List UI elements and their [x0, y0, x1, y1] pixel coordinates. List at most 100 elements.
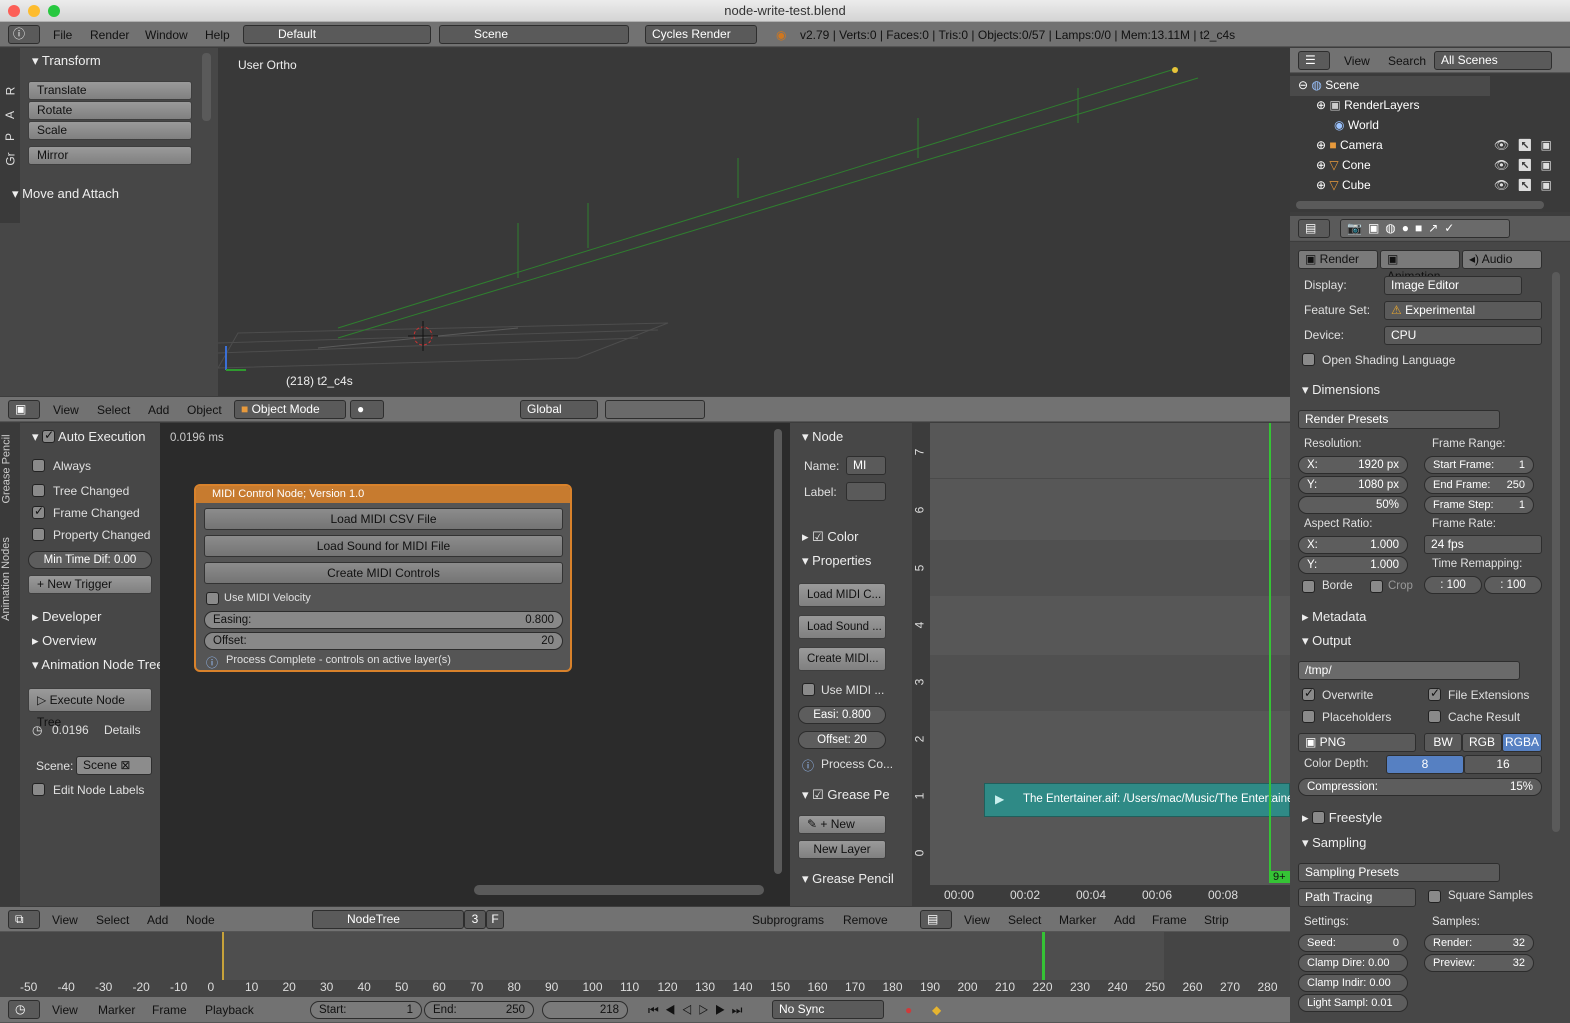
use-velocity-checkbox[interactable]	[206, 592, 219, 605]
frame-changed-checkbox[interactable]	[32, 504, 45, 519]
developer-header[interactable]: ▸ Developer	[32, 609, 101, 625]
device-select[interactable]: CPU	[1384, 326, 1542, 345]
cone-visibility-icons[interactable]: 👁↖▣	[1494, 158, 1560, 172]
editor-type-3d-icon[interactable]: ▣	[8, 400, 40, 419]
shading-select[interactable]: ●	[350, 400, 384, 419]
load-sound-button[interactable]: Load Sound for MIDI File	[204, 535, 563, 557]
square-samples-checkbox[interactable]	[1428, 890, 1441, 903]
close-window-button[interactable]	[8, 5, 20, 17]
create-midi-controls-button[interactable]: Create MIDI Controls	[204, 562, 563, 584]
viewport-menu-object[interactable]: Object	[187, 403, 222, 417]
overwrite-checkbox[interactable]	[1302, 686, 1315, 701]
node-editor-h-scrollbar[interactable]	[474, 885, 764, 895]
current-frame-field[interactable]: 218	[542, 1001, 628, 1019]
placeholders-checkbox[interactable]	[1302, 710, 1315, 723]
seq-menu-select[interactable]: Select	[1008, 913, 1041, 927]
timeline-playhead[interactable]	[1042, 932, 1045, 980]
rotate-button[interactable]: Rotate	[28, 101, 192, 120]
path-tracing-select[interactable]: Path Tracing	[1298, 888, 1416, 907]
scale-button[interactable]: Scale	[28, 121, 192, 140]
aspect-x-field[interactable]: X: 1.000	[1298, 536, 1408, 554]
sequencer-editor[interactable]: 7 6 5 4 3 2 1 0 ▶ The Entertainer.aif: /…	[912, 423, 1290, 906]
mode-select[interactable]: ■ Object Mode	[234, 400, 346, 419]
node-menu-view[interactable]: View	[52, 913, 78, 927]
end-frame-field[interactable]: End: 250	[424, 1001, 534, 1019]
menu-render[interactable]: Render	[90, 28, 129, 42]
midi-control-node[interactable]: MIDI Control Node; Version 1.0 Load MIDI…	[194, 484, 572, 672]
overview-header[interactable]: ▸ Overview	[32, 633, 96, 649]
new-trigger-button[interactable]: + New Trigger	[28, 575, 152, 594]
auto-exec-checkbox[interactable]	[42, 428, 56, 443]
preview-samples-field[interactable]: Preview: 32	[1424, 954, 1534, 972]
outliner-cone-row[interactable]: ⊕ ▽ Cone	[1316, 158, 1371, 172]
node-editor-v-scrollbar[interactable]	[774, 429, 782, 874]
playback-controls[interactable]: ⏮◀◁▷▶⏭	[648, 1003, 748, 1018]
details-toggle[interactable]: Details	[104, 723, 141, 737]
sampling-presets-select[interactable]: Sampling Presets	[1298, 863, 1500, 882]
audio-strip[interactable]: ▶ The Entertainer.aif: /Users/mac/Music/…	[984, 783, 1290, 817]
minimize-window-button[interactable]	[28, 5, 40, 17]
tab-gr[interactable]: Gr	[4, 152, 18, 165]
new-grease-button[interactable]: ✎ + New	[798, 815, 886, 834]
outliner-filter-select[interactable]: All Scenes	[1434, 51, 1552, 70]
tl-menu-marker[interactable]: Marker	[98, 1003, 135, 1017]
remap-old-field[interactable]: : 100	[1424, 576, 1482, 594]
anim-tree-header[interactable]: ▾ Animation Node Tree	[32, 657, 164, 673]
output-header[interactable]: ▾ Output	[1302, 633, 1351, 649]
node-tree-select[interactable]: NodeTree	[312, 910, 464, 929]
viewport-menu-add[interactable]: Add	[148, 403, 169, 417]
layout-selector[interactable]: Default	[243, 25, 431, 44]
editor-type-seq-icon[interactable]: ▤	[920, 910, 952, 929]
tab-a[interactable]: A	[3, 111, 17, 119]
outliner-menu-view[interactable]: View	[1344, 54, 1370, 68]
cache-checkbox[interactable]	[1428, 710, 1441, 723]
start-frame-field[interactable]: Start: 1	[310, 1001, 422, 1019]
record-icon[interactable]: ●	[905, 1003, 912, 1017]
audio-tab-button[interactable]: ◂) Audio	[1462, 250, 1542, 269]
subprograms-menu[interactable]: Subprograms	[752, 913, 824, 927]
remove-menu[interactable]: Remove	[843, 913, 888, 927]
properties-context-tabs[interactable]: 📷▣◍●■↗✓	[1340, 219, 1510, 238]
properties-header[interactable]: ▾ Properties	[802, 553, 871, 569]
keyframe-icon[interactable]: ◆	[932, 1003, 941, 1017]
end-frame-prop[interactable]: End Frame: 250	[1424, 476, 1534, 494]
node-label-field[interactable]	[846, 482, 886, 501]
start-frame-prop[interactable]: Start Frame: 1	[1424, 456, 1534, 474]
scene-field[interactable]: Scene ⊠	[76, 756, 152, 775]
dimensions-header[interactable]: ▾ Dimensions	[1302, 382, 1380, 398]
render-engine-select[interactable]: Cycles Render	[645, 25, 757, 44]
easing-field[interactable]: Easing: 0.800	[204, 611, 563, 629]
seq-menu-marker[interactable]: Marker	[1059, 913, 1096, 927]
clamp-indirect-field[interactable]: Clamp Indir: 0.00	[1298, 974, 1408, 992]
auto-exec-header[interactable]: ▾ Auto Execution	[32, 428, 146, 445]
fake-user-toggle[interactable]: F	[486, 910, 504, 929]
tl-menu-playback[interactable]: Playback	[205, 1003, 254, 1017]
offset-short-field[interactable]: Offset: 20	[798, 731, 886, 749]
3d-viewport[interactable]: User Ortho (218) t2_c4s	[218, 48, 1290, 396]
menu-file[interactable]: File	[53, 28, 72, 42]
render-tab-button[interactable]: ▣ Render	[1298, 250, 1378, 269]
node-name-field[interactable]: MI	[846, 456, 886, 475]
grease-pencil-2-header[interactable]: ▾ Grease Pencil	[802, 871, 894, 887]
seq-menu-strip[interactable]: Strip	[1204, 913, 1229, 927]
fps-select[interactable]: 24 fps	[1424, 535, 1542, 554]
seq-menu-view[interactable]: View	[964, 913, 990, 927]
timeline[interactable]: -50 -40 -30 -20 -10 0 10 20 30 40 50 60 70 80 90 100 110…	[0, 932, 1290, 997]
grease-pencil-header[interactable]: ▾ ☑ Grease Pe	[802, 787, 890, 803]
freestyle-header[interactable]: ▸ Freestyle	[1302, 810, 1382, 826]
rgba-toggle[interactable]: RGBA	[1502, 733, 1542, 752]
display-select[interactable]: Image Editor	[1384, 276, 1522, 295]
playhead[interactable]	[1269, 423, 1271, 883]
sync-select[interactable]: No Sync	[772, 1000, 884, 1019]
viewport-menu-view[interactable]: View	[53, 403, 79, 417]
file-ext-checkbox[interactable]	[1428, 686, 1441, 701]
viewport-menu-select[interactable]: Select	[97, 403, 130, 417]
outliner-cube-row[interactable]: ⊕ ▽ Cube	[1316, 178, 1371, 192]
output-path-field[interactable]: /tmp/	[1298, 661, 1520, 680]
seq-menu-add[interactable]: Add	[1114, 913, 1135, 927]
bw-toggle[interactable]: BW	[1424, 733, 1462, 752]
crop-checkbox[interactable]	[1370, 580, 1383, 593]
use-midi-checkbox[interactable]	[802, 683, 815, 696]
depth-16-toggle[interactable]: 16	[1464, 755, 1542, 774]
new-layer-button[interactable]: New Layer	[798, 840, 886, 859]
